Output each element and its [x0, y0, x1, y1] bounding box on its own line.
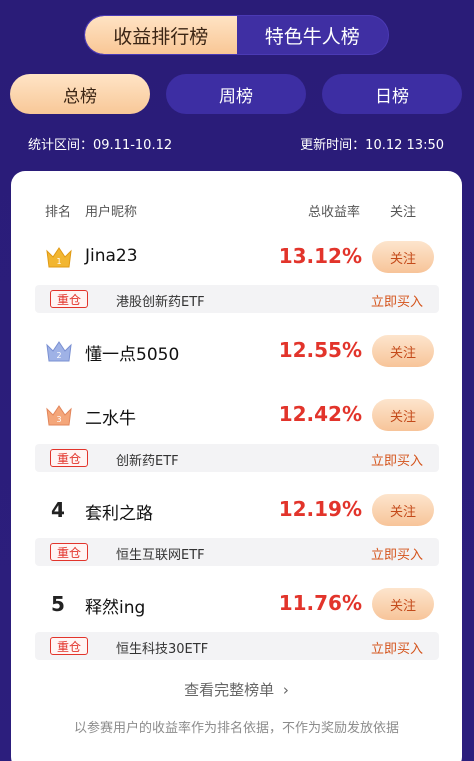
- user-name[interactable]: 释然ing: [85, 593, 145, 618]
- follow-button[interactable]: 关注: [372, 399, 434, 431]
- user-name[interactable]: 二水牛: [85, 404, 136, 429]
- ranking-type-tabs: 收益排行榜 特色牛人榜: [84, 15, 389, 55]
- tab-earnings-ranking[interactable]: 收益排行榜: [85, 16, 237, 54]
- follow-button[interactable]: 关注: [372, 241, 434, 273]
- table-row[interactable]: 1 Jina23 13.12% 关注: [11, 235, 462, 279]
- silver-crown-icon: 2: [45, 337, 73, 365]
- table-row[interactable]: 4 套利之路 12.19% 关注: [11, 488, 462, 532]
- holding-tag: 重仓: [50, 543, 88, 561]
- chevron-right-icon: ›: [282, 681, 289, 699]
- holding-row: 重仓 恒生互联网ETF 立即买入: [35, 538, 439, 566]
- header-rate: 总收益率: [308, 205, 361, 220]
- stats-period: 统计区间：09.11-10.12: [28, 138, 173, 153]
- buy-now-link[interactable]: 立即买入: [371, 638, 423, 657]
- bronze-crown-icon: 3: [45, 401, 73, 429]
- holding-row: 重仓 港股创新药ETF 立即买入: [35, 285, 439, 313]
- stats-info: 统计区间：09.11-10.12 更新时间：10.12 13:50: [28, 134, 444, 153]
- table-row[interactable]: 3 二水牛 12.42% 关注: [11, 393, 462, 437]
- user-name[interactable]: 懂一点5050: [85, 340, 179, 365]
- holding-fund: 港股创新药ETF: [116, 295, 205, 310]
- holding-row: 重仓 恒生科技30ETF 立即买入: [35, 632, 439, 660]
- buy-now-link[interactable]: 立即买入: [371, 544, 423, 563]
- follow-button[interactable]: 关注: [372, 494, 434, 526]
- period-tabs: 总榜 周榜 日榜: [10, 74, 462, 114]
- total-return-rate: 12.42%: [278, 402, 362, 426]
- tab-daily[interactable]: 日榜: [322, 74, 462, 114]
- svg-text:3: 3: [56, 415, 61, 424]
- tab-weekly[interactable]: 周榜: [166, 74, 306, 114]
- follow-button[interactable]: 关注: [372, 335, 434, 367]
- total-return-rate: 12.55%: [278, 338, 362, 362]
- total-return-rate: 12.19%: [278, 497, 362, 521]
- follow-button[interactable]: 关注: [372, 588, 434, 620]
- update-time: 更新时间：10.12 13:50: [300, 138, 444, 153]
- holding-fund: 恒生互联网ETF: [116, 548, 205, 563]
- ranking-disclaimer: 以参赛用户的收益率作为排名依据，不作为奖励发放依据: [73, 721, 399, 736]
- table-row[interactable]: 5 释然ing 11.76% 关注: [11, 582, 462, 626]
- view-full-ranking-link[interactable]: 查看完整榜单 ›: [11, 679, 462, 700]
- holding-row: 重仓 创新药ETF 立即买入: [35, 444, 439, 472]
- leaderboard-card: 排名 用户昵称 总收益率 关注 1 Jina23 13.12% 关注 重仓 港股…: [11, 171, 462, 761]
- tab-overall[interactable]: 总榜: [10, 74, 150, 114]
- holding-fund: 恒生科技30ETF: [116, 642, 209, 657]
- holding-tag: 重仓: [50, 449, 88, 467]
- user-name[interactable]: 套利之路: [85, 499, 153, 524]
- holding-fund: 创新药ETF: [116, 454, 179, 469]
- table-row[interactable]: 2 懂一点5050 12.55% 关注: [11, 329, 462, 373]
- tab-featured-experts[interactable]: 特色牛人榜: [237, 16, 389, 54]
- rank-number: 4: [51, 498, 65, 522]
- holding-tag: 重仓: [50, 290, 88, 308]
- buy-now-link[interactable]: 立即买入: [371, 450, 423, 469]
- header-nickname: 用户昵称: [85, 205, 138, 220]
- buy-now-link[interactable]: 立即买入: [371, 291, 423, 310]
- svg-text:2: 2: [56, 351, 61, 360]
- gold-crown-icon: 1: [45, 243, 73, 271]
- header-rank: 排名: [45, 205, 72, 220]
- total-return-rate: 13.12%: [278, 244, 362, 268]
- table-header: 排名 用户昵称 总收益率 关注: [11, 201, 462, 221]
- svg-text:1: 1: [56, 257, 61, 266]
- header-follow: 关注: [390, 205, 417, 220]
- user-name[interactable]: Jina23: [85, 246, 138, 266]
- total-return-rate: 11.76%: [278, 591, 362, 615]
- rank-number: 5: [51, 592, 65, 616]
- holding-tag: 重仓: [50, 637, 88, 655]
- view-full-ranking-label: 查看完整榜单: [184, 681, 275, 699]
